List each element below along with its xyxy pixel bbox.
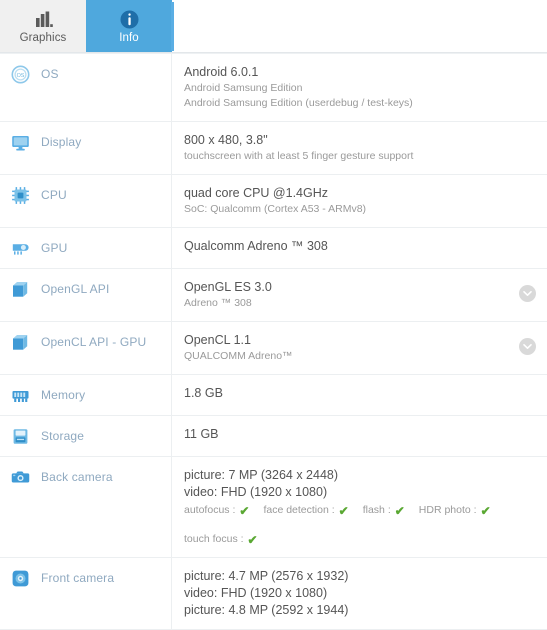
feature-autofocus: autofocus : ✔: [184, 503, 249, 518]
row-label-cell: CPU: [0, 175, 172, 227]
row-value-sub: picture: 4.8 MP (2592 x 1944): [184, 603, 349, 617]
table-row-back-camera: Back camera picture: 7 MP (3264 x 2448) …: [0, 457, 547, 558]
feature-label: HDR photo :: [418, 504, 477, 516]
row-label: OpenCL API - GPU: [41, 335, 147, 349]
row-value-sub: Android Samsung Edition (userdebug / tes…: [184, 97, 413, 109]
row-label-cell: Back camera: [0, 457, 172, 557]
row-value-sub: QUALCOMM Adreno™: [184, 350, 293, 362]
feature-label: autofocus :: [184, 504, 236, 516]
back-camera-icon: [11, 468, 30, 487]
tab-graphics-label: Graphics: [19, 31, 67, 44]
feature-face-detection: face detection : ✔: [263, 503, 348, 518]
tab-graphics[interactable]: Graphics: [0, 0, 86, 52]
row-value-cell: Android 6.0.1 Android Samsung Edition An…: [172, 54, 547, 121]
row-label: Memory: [41, 388, 86, 402]
row-label-cell: GPU: [0, 228, 172, 268]
table-row-opengl-api: OpenGL API OpenGL ES 3.0 Adreno ™ 308: [0, 269, 547, 322]
feature-flash: flash : ✔: [363, 503, 405, 518]
row-label: Back camera: [41, 470, 113, 484]
cube-icon: [11, 280, 30, 299]
table-row-opencl-api-gpu: OpenCL API - GPU OpenCL 1.1 QUALCOMM Adr…: [0, 322, 547, 375]
table-row-memory: Memory 1.8 GB: [0, 375, 547, 416]
info-table: OS OS Android 6.0.1 Android Samsung Edit…: [0, 53, 547, 630]
feature-label: flash :: [362, 504, 391, 516]
row-value-main: quad core CPU @1.4GHz: [184, 186, 329, 200]
row-value-main: Qualcomm Adreno ™ 308: [184, 239, 328, 253]
check-icon: ✔: [394, 503, 405, 518]
row-value-main: 800 x 480, 3.8": [184, 133, 268, 147]
cube-icon: [11, 333, 30, 352]
row-value-main: picture: 7 MP (3264 x 2448): [184, 468, 339, 482]
expand-opengl-api-button[interactable]: [519, 285, 536, 302]
row-value-main: 1.8 GB: [184, 386, 223, 400]
row-value-sub: touchscreen with at least 5 finger gestu…: [184, 150, 414, 162]
row-value-cell: 11 GB: [172, 416, 547, 453]
row-label-cell: OS OS: [0, 54, 172, 121]
chevron-down-icon: [523, 290, 532, 297]
chevron-down-icon: [523, 343, 532, 350]
table-row-cpu: CPU quad core CPU @1.4GHz SoC: Qualcomm …: [0, 175, 547, 228]
table-row-os: OS OS Android 6.0.1 Android Samsung Edit…: [0, 54, 547, 122]
row-label: Storage: [41, 429, 85, 443]
check-icon: ✔: [247, 532, 258, 547]
table-row-front-camera: Front camera picture: 4.7 MP (2576 x 193…: [0, 558, 547, 630]
check-icon: ✔: [338, 503, 349, 518]
row-value-sub: video: FHD (1920 x 1080): [184, 586, 328, 600]
cpu-chip-icon: [11, 186, 30, 205]
row-label: Front camera: [41, 571, 115, 585]
feature-hdr-photo: HDR photo : ✔: [419, 503, 491, 518]
row-label: OpenGL API: [41, 282, 110, 296]
row-label-cell: Storage: [0, 416, 172, 456]
memory-chip-icon: [11, 386, 30, 405]
expand-opencl-api-button[interactable]: [519, 338, 536, 355]
row-value-sub: SoC: Qualcomm (Cortex A53 - ARMv8): [184, 203, 367, 215]
back-camera-features-second-line: touch focus : ✔: [184, 532, 513, 547]
row-value-cell: OpenGL ES 3.0 Adreno ™ 308: [172, 269, 547, 321]
bar-chart-icon: [34, 9, 53, 29]
row-label: OS: [41, 67, 59, 81]
row-value-main: Android 6.0.1: [184, 65, 259, 79]
row-value-sub: video: FHD (1920 x 1080): [184, 485, 328, 499]
check-icon: ✔: [239, 503, 250, 518]
row-value-cell: Qualcomm Adreno ™ 308: [172, 228, 547, 265]
tab-bar: Graphics Info: [0, 0, 547, 53]
row-value-main: picture: 4.7 MP (2576 x 1932): [184, 569, 349, 583]
row-label-cell: Display: [0, 122, 172, 174]
row-value-cell: OpenCL 1.1 QUALCOMM Adreno™: [172, 322, 547, 374]
table-row-display: Display 800 x 480, 3.8" touchscreen with…: [0, 122, 547, 175]
back-camera-features: autofocus : ✔ face detection : ✔ flash :…: [184, 503, 513, 518]
row-value-cell: quad core CPU @1.4GHz SoC: Qualcomm (Cor…: [172, 175, 547, 227]
feature-label: touch focus :: [184, 533, 244, 545]
check-icon: ✔: [480, 503, 491, 518]
row-value-sub: Android Samsung Edition: [184, 82, 303, 94]
row-label-cell: Front camera: [0, 558, 172, 629]
header-accent-bar: [171, 2, 174, 51]
row-value-main: OpenCL 1.1: [184, 333, 251, 347]
os-badge-icon: OS: [11, 65, 30, 84]
tab-info-label: Info: [119, 31, 139, 44]
row-value-cell: 800 x 480, 3.8" touchscreen with at leas…: [172, 122, 547, 174]
row-label-cell: OpenGL API: [0, 269, 172, 321]
row-value-cell: picture: 7 MP (3264 x 2448) video: FHD (…: [172, 457, 547, 557]
info-icon: [120, 9, 139, 29]
tab-info[interactable]: Info: [86, 0, 172, 52]
row-label: Display: [41, 135, 82, 149]
feature-label: face detection :: [263, 504, 335, 516]
row-value-cell: picture: 4.7 MP (2576 x 1932) video: FHD…: [172, 558, 547, 629]
row-value-main: OpenGL ES 3.0: [184, 280, 272, 294]
gpu-icon: [11, 239, 30, 258]
row-label-cell: Memory: [0, 375, 172, 415]
row-value-cell: 1.8 GB: [172, 375, 547, 412]
feature-touch-focus: touch focus : ✔: [184, 532, 258, 547]
monitor-icon: [11, 133, 30, 152]
row-value-main: 11 GB: [184, 427, 219, 441]
row-label: GPU: [41, 241, 68, 255]
table-row-gpu: GPU Qualcomm Adreno ™ 308: [0, 228, 547, 269]
storage-drive-icon: [11, 427, 30, 446]
row-value-sub: Adreno ™ 308: [184, 297, 252, 309]
row-label-cell: OpenCL API - GPU: [0, 322, 172, 374]
row-label: CPU: [41, 188, 67, 202]
table-row-storage: Storage 11 GB: [0, 416, 547, 457]
svg-text:OS: OS: [17, 73, 25, 79]
